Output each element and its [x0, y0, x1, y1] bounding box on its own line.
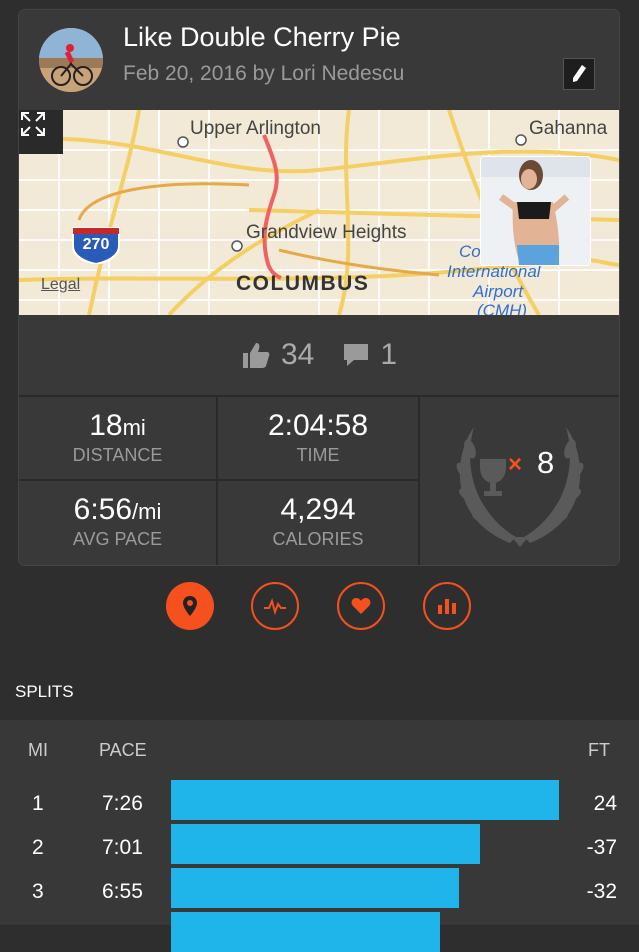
split-row[interactable] [0, 912, 639, 952]
stat-time: 2:04:58 TIME [218, 397, 418, 479]
route-map[interactable]: Upper Arlington Gahanna Grandview Height… [19, 110, 619, 315]
tab-splits[interactable] [251, 582, 299, 630]
splits-header-mi: MI [28, 740, 48, 760]
highway-shield: 270 [69, 224, 123, 264]
split-pace: 7:26 [102, 792, 143, 815]
comment-count: 1 [380, 338, 398, 371]
pulse-icon [264, 597, 286, 616]
map-label-gahanna: Gahanna [529, 118, 608, 139]
map-label-airport-1: Co [459, 242, 481, 261]
time-label: TIME [296, 445, 340, 465]
time-value: 2:04:58 [267, 409, 369, 442]
split-mile: 1 [32, 792, 44, 815]
avatar[interactable] [39, 28, 103, 92]
bar-chart-icon [438, 599, 456, 614]
map-label-columbus: COLUMBUS [236, 272, 370, 295]
map-pin-icon [183, 596, 197, 616]
distance-label: DISTANCE [72, 445, 163, 465]
laurel-icon [456, 427, 584, 547]
activity-tab-bar [0, 582, 639, 632]
split-pace-bar [171, 868, 459, 908]
tab-map[interactable] [166, 582, 214, 630]
splits-heading: SPLITS [15, 682, 74, 701]
stat-pace: 6:56/mi AVG PACE [19, 481, 216, 565]
split-elevation: -32 [586, 880, 617, 903]
pace-value: 6:56 [73, 493, 133, 526]
tab-charts[interactable] [423, 582, 471, 630]
split-row[interactable]: 1 7:26 24 [0, 780, 639, 820]
activity-header: Like Double Cherry Pie Feb 20, 2016 by L… [19, 10, 619, 110]
split-pace-bar [171, 780, 559, 820]
stat-calories: 4,294 CALORIES [218, 481, 418, 565]
pace-unit: /mi [132, 499, 162, 524]
split-mile: 2 [32, 836, 44, 859]
trophy-multiplier: × [508, 451, 523, 478]
stat-distance: 18mi DISTANCE [19, 397, 216, 479]
stats-grid: 18mi DISTANCE 2:04:58 TIME 6:56/mi AVG P… [19, 395, 619, 565]
split-pace: 6:55 [102, 880, 143, 903]
map-label-grandview: Grandview Heights [246, 222, 407, 243]
split-row[interactable]: 2 7:01 -37 [0, 824, 639, 864]
calories-value: 4,294 [280, 493, 356, 526]
social-bar: 34 1 [19, 315, 619, 395]
pace-label: AVG PACE [72, 529, 163, 549]
map-legal-link[interactable]: Legal [41, 276, 80, 294]
splits-header-pace: PACE [99, 740, 147, 760]
tab-heart-rate[interactable] [337, 582, 385, 630]
map-label-upper-arlington: Upper Arlington [190, 118, 321, 139]
comment-button[interactable]: 1 [342, 338, 397, 372]
activity-title: Like Double Cherry Pie [123, 22, 401, 52]
split-row[interactable]: 3 6:55 -32 [0, 868, 639, 908]
pencil-icon [573, 65, 586, 82]
activity-subtitle: Feb 20, 2016 by Lori Nedescu [123, 62, 405, 85]
highway-number: 270 [82, 236, 110, 253]
activity-card: Like Double Cherry Pie Feb 20, 2016 by L… [19, 10, 619, 565]
like-button[interactable]: 34 [241, 338, 314, 372]
map-label-airport-4: (CMH) [477, 301, 528, 315]
splits-header-ft: FT [588, 740, 610, 760]
split-pace-bar [171, 824, 480, 864]
splits-table: MI PACE FT 1 7:26 24 2 7:01 -37 3 6:55 -32 [0, 720, 639, 952]
activity-photo[interactable] [480, 156, 591, 266]
thumbs-up-icon [242, 343, 270, 368]
distance-value: 18 [89, 409, 123, 442]
split-pace-bar [171, 912, 440, 952]
comment-icon [344, 344, 369, 366]
trophy-count: 8 [537, 445, 555, 480]
like-count: 34 [280, 338, 315, 371]
split-mile: 3 [32, 880, 44, 903]
heart-icon [351, 598, 371, 614]
expand-map-button[interactable] [19, 110, 63, 154]
split-elevation: 24 [593, 792, 617, 815]
calories-label: CALORIES [272, 529, 364, 549]
split-pace: 7:01 [102, 836, 143, 859]
trophy-panel[interactable]: × 8 [420, 397, 619, 565]
expand-icon [21, 112, 45, 136]
edit-button[interactable] [563, 58, 595, 90]
split-elevation: -37 [586, 836, 617, 859]
map-label-airport-3: Airport [473, 282, 524, 301]
distance-unit: mi [122, 415, 146, 440]
